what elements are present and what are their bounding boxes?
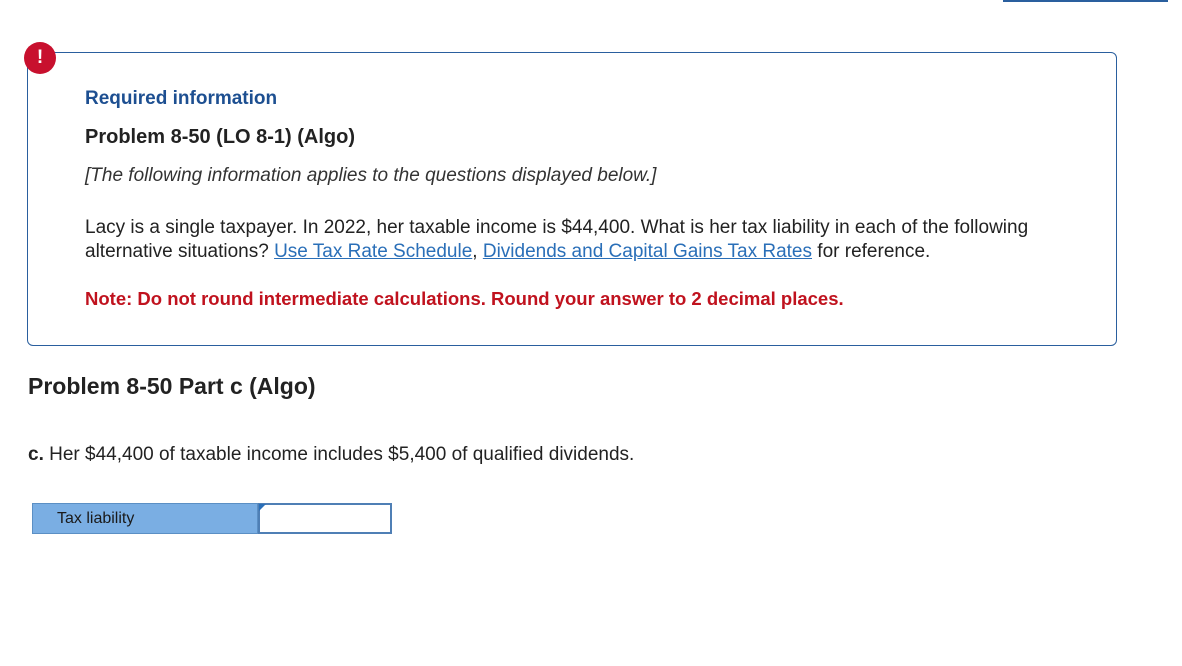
tax-liability-row: Tax liability: [32, 503, 392, 534]
tax-liability-input[interactable]: [260, 505, 390, 532]
required-information-heading: Required information: [85, 88, 278, 109]
alert-icon: !: [24, 42, 56, 74]
question-c: c. Her $44,400 of taxable income include…: [28, 444, 634, 466]
input-marker-icon: [259, 504, 266, 511]
part-title: Problem 8-50 Part c (Algo): [28, 373, 316, 399]
top-tab-indicator: [1003, 0, 1168, 2]
link-separator: ,: [472, 241, 478, 262]
problem-description-suffix: for reference.: [817, 241, 931, 262]
rounding-note: Note: Do not round intermediate calculat…: [85, 288, 844, 309]
tax-liability-label: Tax liability: [32, 503, 258, 534]
question-letter: c.: [28, 444, 44, 465]
tax-rate-schedule-link[interactable]: Use Tax Rate Schedule: [274, 241, 472, 262]
problem-description: Lacy is a single taxpayer. In 2022, her …: [85, 216, 1045, 264]
problem-title: Problem 8-50 (LO 8-1) (Algo): [85, 126, 356, 148]
tax-liability-input-wrapper: [258, 503, 392, 534]
question-text: Her $44,400 of taxable income includes $…: [49, 444, 635, 465]
dividends-capital-gains-rates-link[interactable]: Dividends and Capital Gains Tax Rates: [483, 241, 812, 262]
applies-note: [The following information applies to th…: [85, 165, 657, 186]
